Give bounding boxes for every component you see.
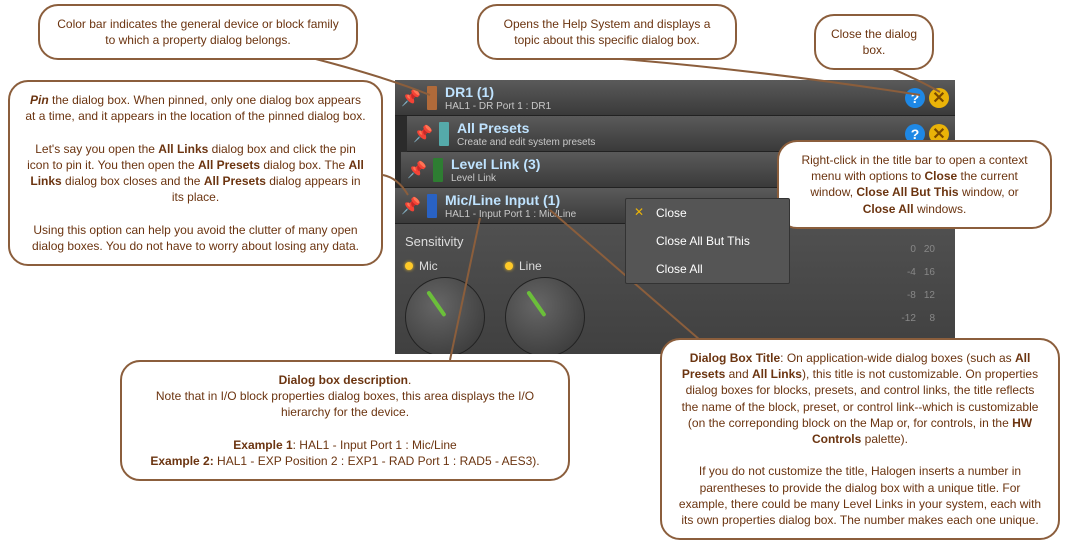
colorbar-icon: [427, 194, 437, 218]
callout-help: Opens the Help System and displays a top…: [477, 4, 737, 60]
title-block: DR1 (1) HAL1 - DR Port 1 : DR1: [445, 84, 905, 112]
context-menu-close-all[interactable]: Close All: [626, 255, 789, 283]
text: Close the dialog box.: [831, 27, 917, 57]
dialog-title: All Presets: [457, 120, 905, 136]
led-icon: [505, 262, 513, 270]
dialog-title: DR1 (1): [445, 84, 905, 100]
pin-para-3: Using this option can help you avoid the…: [24, 222, 367, 254]
led-icon: [405, 262, 413, 270]
line-dial[interactable]: [505, 277, 585, 354]
context-menu: Close Close All But This Close All: [625, 198, 790, 284]
colorbar-icon: [433, 158, 443, 182]
dialog-header-dr1[interactable]: 📌 DR1 (1) HAL1 - DR Port 1 : DR1 ? ✕: [395, 80, 955, 116]
callout-close: Close the dialog box.: [814, 14, 934, 70]
callout-title: Dialog Box Title: On application-wide di…: [660, 338, 1060, 540]
pin-icon[interactable]: 📌: [413, 124, 433, 144]
context-menu-close[interactable]: Close: [626, 199, 789, 227]
pin-icon[interactable]: 📌: [401, 88, 421, 108]
pin-icon[interactable]: 📌: [401, 196, 421, 216]
pin-para-2: Let's say you open the All Links dialog …: [24, 141, 367, 206]
meter-scale: 0 -4 -8 -12 20 16 12 8: [901, 244, 935, 324]
dialog-subtitle: HAL1 - DR Port 1 : DR1: [445, 101, 905, 112]
callout-description: Dialog box description. Note that in I/O…: [120, 360, 570, 481]
callout-rightclick: Right-click in the title bar to open a c…: [777, 140, 1052, 229]
text: Opens the Help System and displays a top…: [504, 17, 711, 47]
colorbar-icon: [439, 122, 449, 146]
line-dial-group: Line dB: [505, 259, 585, 354]
callout-colorbar: Color bar indicates the general device o…: [38, 4, 358, 60]
help-button[interactable]: ?: [905, 88, 925, 108]
pin-icon[interactable]: 📌: [407, 160, 427, 180]
mic-label: Mic: [419, 259, 438, 273]
pin-para-1: Pin the dialog box. When pinned, only on…: [24, 92, 367, 124]
text: Color bar indicates the general device o…: [57, 17, 338, 47]
mic-dial[interactable]: [405, 277, 485, 354]
callout-pin: Pin the dialog box. When pinned, only on…: [8, 80, 383, 266]
colorbar-icon: [427, 86, 437, 110]
close-button[interactable]: ✕: [929, 88, 949, 108]
mic-dial-group: Mic dB: [405, 259, 485, 354]
line-label: Line: [519, 259, 542, 273]
context-menu-close-all-but-this[interactable]: Close All But This: [626, 227, 789, 255]
